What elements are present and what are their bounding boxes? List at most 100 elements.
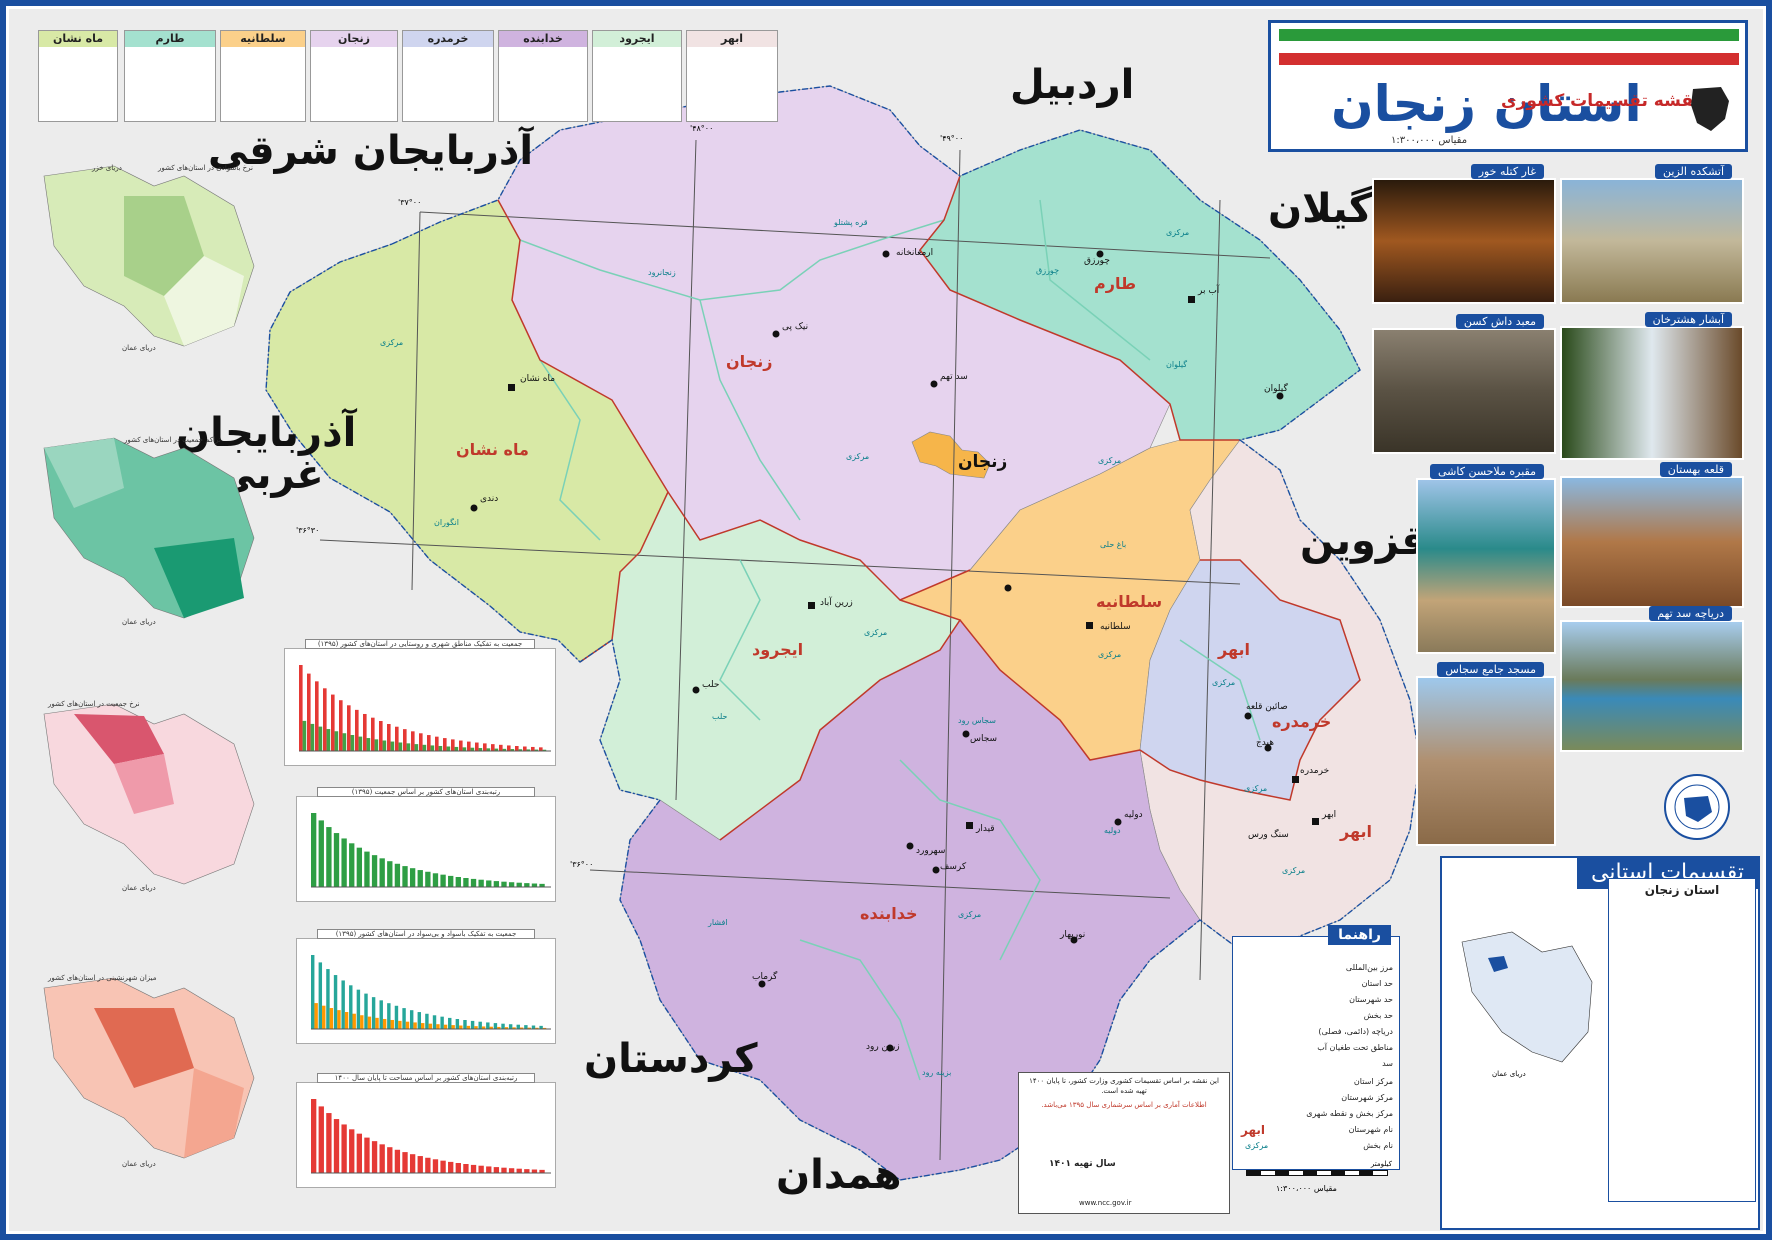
neighbor-gilan: گیلان [1268, 186, 1373, 232]
photo-sojas-mosque: مسجد جامع سجاس [1416, 662, 1556, 846]
district-label-qareposhtlu: قره پشتلو [834, 218, 868, 227]
county-label-zanjan: زنجان [726, 352, 773, 371]
chart-literacy-plot-bar-secondary [344, 1012, 349, 1029]
chart-literacy-plot-bar [326, 969, 330, 1029]
chart-urban-rural-plot-bar [443, 738, 447, 751]
district-label-bezineh: بزینه رود [922, 1068, 952, 1077]
city-marker-qolzardareh [1004, 584, 1012, 592]
district-label-chavarzaq: چورزق [1036, 266, 1060, 275]
legend-item-international-border: مرز بین‌المللی [1345, 963, 1393, 972]
city-label-sainqaleh: صائین قلعه [1246, 702, 1288, 712]
chart-population-rank-plot-bar [478, 879, 484, 887]
chart-literacy-plot-bar [356, 989, 361, 1029]
chart-literacy-plot-bar [311, 955, 315, 1029]
chart-area-rank-plot-bar [356, 1133, 363, 1173]
thematic-map-literacy-title: نرخ باسوادی در استان‌های کشور [158, 164, 253, 172]
photo-caption-hashtarkhan: آبشار هشترخان [1644, 312, 1732, 327]
city-label-doleh: دولیه [1124, 810, 1143, 820]
chart-population-rank-plot-bar [349, 843, 355, 887]
ncc-logo-icon [1691, 87, 1729, 131]
city-label-sahand: سد تهم [940, 372, 968, 382]
chart-area-rank-plot-bar [478, 1165, 484, 1173]
lat-label-3630: ۳۶°۳۰' [296, 526, 320, 535]
county-table-title: ماه نشان [39, 31, 117, 47]
chart-population-rank-plot-bar [516, 882, 522, 887]
lat-label-37: ۳۷°۰۰' [398, 198, 422, 207]
chart-area-rank-plot-bar [493, 1167, 500, 1173]
chart-urban-rural-plot [299, 665, 551, 752]
photo-hashtarkhan: آبشار هشترخان [1560, 312, 1744, 460]
county-table-abhar: ابهر [686, 30, 778, 122]
chart-urban-rural-plot-bar [387, 724, 391, 751]
title-block: استان زنجان نقشه تقسیمات کشوری مقیاس ۱:۳… [1268, 20, 1748, 152]
photo-caption-dashkasan: معبد داش کسن [1455, 314, 1544, 329]
map-note-1: این نقشه بر اساس تقسیمات کشوری وزارت کشو… [1029, 1077, 1219, 1095]
legend-item-dam: سد [1382, 1059, 1393, 1068]
chart-literacy-plot-bar-secondary [459, 1025, 463, 1029]
chart-literacy-plot-bar [364, 993, 368, 1029]
chart-population-rank-plot-bar [326, 827, 332, 887]
chart-urban-rural-plot-bar [347, 705, 351, 751]
chart-area-rank-plot-bar [402, 1152, 408, 1173]
city-label-khorramdarreh: خرمدره [1300, 766, 1330, 776]
chart-urban-rural-plot-bar [467, 741, 471, 751]
chart-literacy-plot-bar-secondary [390, 1019, 394, 1029]
chart-urban-rural-plot-bar [531, 746, 535, 751]
chart-urban-rural-plot-bar [403, 729, 407, 751]
chart-literacy-plot-bar-secondary [314, 1003, 318, 1029]
chart-urban-rural-plot-bar [395, 726, 399, 751]
district-label-anguran: انگوران [434, 518, 459, 527]
thematic-map-density-title: تراکم جمعیت در استان‌های کشور [124, 436, 221, 444]
chart-area-rank-plot-bar [387, 1147, 393, 1173]
chart-area-rank-plot-bar [379, 1144, 385, 1173]
capital-label: زنجان [958, 452, 1008, 472]
chart-urban-rural-plot-bar [331, 694, 335, 751]
city-marker-mahneshan [508, 384, 515, 391]
chart-literacy-plot-bar [333, 975, 338, 1029]
county-table-title: ایجرود [593, 31, 681, 47]
chart-literacy-plot-bar-secondary [413, 1022, 417, 1029]
thematic-map-literacy-caspian: دریای خزر [92, 164, 122, 172]
chart-area-rank-plot-bar [524, 1169, 530, 1173]
photo-caption-kataleh-khor: غار کتله خور [1470, 164, 1544, 179]
county-table-ijrud: ایجرود [592, 30, 682, 122]
city-label-sangevars: سنگ ورس [1248, 830, 1289, 840]
city-label-sojas: سجاس [970, 734, 998, 744]
chart-urban-rural-plot-bar-secondary [438, 745, 443, 751]
chart-urban-rural-plot-bar-secondary [446, 746, 451, 751]
neighbor-kurdistan: کردستان [584, 1036, 758, 1082]
chart-population-rank-plot-bar [432, 873, 439, 887]
chart-urban-rural-plot-bar [307, 673, 311, 751]
photo-azar-zin: آتشکده الزین [1560, 164, 1744, 304]
chart-area-rank-plot-bar [333, 1119, 340, 1173]
chart-literacy-plot-bar-secondary [352, 1013, 356, 1029]
chart-population-rank-plot-bar [394, 863, 401, 887]
chart-population-rank-plot-bar [364, 851, 370, 887]
chart-urban-rural-plot-bar-secondary [358, 736, 363, 751]
chart-urban-rural-plot-bar [539, 747, 543, 751]
chart-population-rank-plot-bar [356, 847, 363, 887]
chart-population-rank-plot-bar [508, 882, 515, 887]
chart-literacy-plot-bar-secondary [322, 1005, 326, 1029]
chart-population-rank-plot-bar [501, 881, 507, 887]
city-marker-soltaniyeh [1086, 622, 1093, 629]
chart-population-rank-plot [311, 813, 551, 888]
chart-urban-rural-plot-bar-secondary [310, 723, 315, 751]
chart-area-rank-plot-bar [349, 1129, 355, 1173]
map-legend: راهنما مرز بین‌المللی حد استان حد شهرستا… [1232, 925, 1400, 1170]
map-note-2: اطلاعات آماری بر اساس سرشماری سال ۱۳۹۵ م… [1041, 1100, 1207, 1109]
chart-literacy-plot-bar [349, 985, 353, 1029]
chart-urban-rural-plot-bar [427, 735, 431, 751]
city-marker-dandi [470, 504, 478, 512]
chart-literacy-plot-bar-secondary [405, 1021, 410, 1029]
city-label-abhar: ابهر [1322, 810, 1337, 820]
county-label-khorramdarreh: خرمدره [1272, 712, 1332, 731]
chart-literacy-plot-bar-secondary [443, 1024, 448, 1029]
city-label-armaghankhaneh: ارمغانخانه [896, 248, 934, 258]
photo-caption-mollahasan-kashi: مقبره ملاحسن کاشی [1429, 464, 1544, 479]
legend-item-district-center: مرکز بخش و نقطه شهری [1306, 1109, 1393, 1118]
lon-label-49: ۴۹°۰۰' [940, 134, 964, 143]
district-label-markazi-3: مرکزی [1166, 228, 1190, 237]
chart-urban-rural-plot-bar [451, 739, 455, 751]
chart-literacy-plot-bar [508, 1024, 513, 1029]
